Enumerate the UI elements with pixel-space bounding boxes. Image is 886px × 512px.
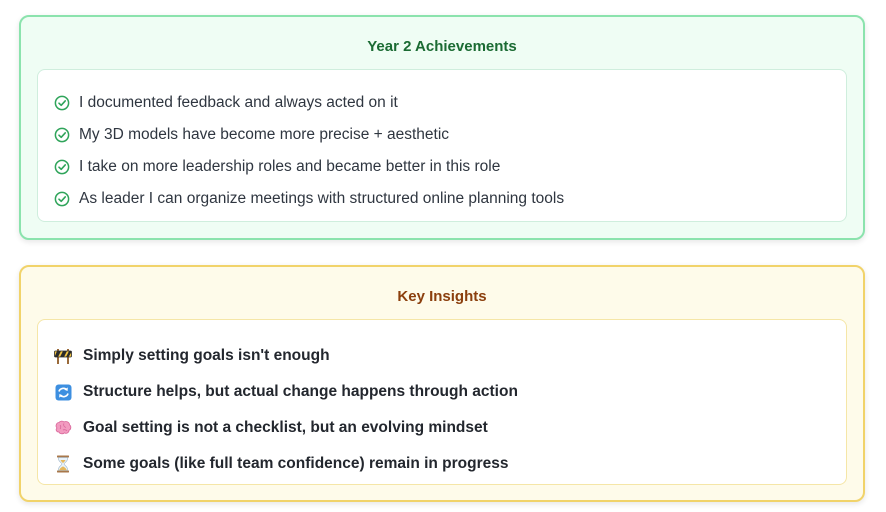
achievements-title: Year 2 Achievements — [367, 38, 517, 55]
insight-text: Structure helps, but actual change happe… — [83, 383, 518, 400]
achievement-item: My 3D models have become more precise + … — [54, 119, 846, 151]
achievements-list-panel: I documented feedback and always acted o… — [37, 69, 847, 222]
insight-item: Goal setting is not a checklist, but an … — [54, 410, 846, 446]
insight-item: Some goals (like full team confidence) r… — [54, 446, 846, 482]
insights-card: Key Insights Simply setting goals isn't … — [19, 265, 865, 502]
check-circle-icon — [54, 127, 70, 143]
insight-text: Simply setting goals isn't enough — [83, 347, 330, 364]
achievement-item: As leader I can organize meetings with s… — [54, 183, 846, 215]
check-circle-icon — [54, 191, 70, 207]
insights-list: Simply setting goals isn't enough Struct… — [38, 320, 846, 482]
insights-title: Key Insights — [397, 288, 487, 305]
check-circle-icon — [54, 95, 70, 111]
insights-list-panel: Simply setting goals isn't enough Struct… — [37, 319, 847, 485]
insight-item: Simply setting goals isn't enough — [54, 338, 846, 374]
achievement-text: I take on more leadership roles and beca… — [79, 158, 501, 175]
achievements-list: I documented feedback and always acted o… — [38, 70, 846, 215]
insight-text: Goal setting is not a checklist, but an … — [83, 419, 488, 436]
brain-icon — [54, 419, 72, 437]
check-circle-icon — [54, 159, 70, 175]
achievement-text: I documented feedback and always acted o… — [79, 94, 398, 111]
achievement-item: I documented feedback and always acted o… — [54, 87, 846, 119]
repeat-arrows-icon — [54, 383, 72, 401]
achievement-item: I take on more leadership roles and beca… — [54, 151, 846, 183]
achievement-text: As leader I can organize meetings with s… — [79, 190, 565, 207]
insight-item: Structure helps, but actual change happe… — [54, 374, 846, 410]
insight-text: Some goals (like full team confidence) r… — [83, 455, 509, 472]
construction-barrier-icon — [54, 347, 72, 365]
achievements-card: Year 2 Achievements I documented feedbac… — [19, 15, 865, 240]
achievement-text: My 3D models have become more precise + … — [79, 126, 450, 143]
hourglass-icon — [54, 455, 72, 473]
